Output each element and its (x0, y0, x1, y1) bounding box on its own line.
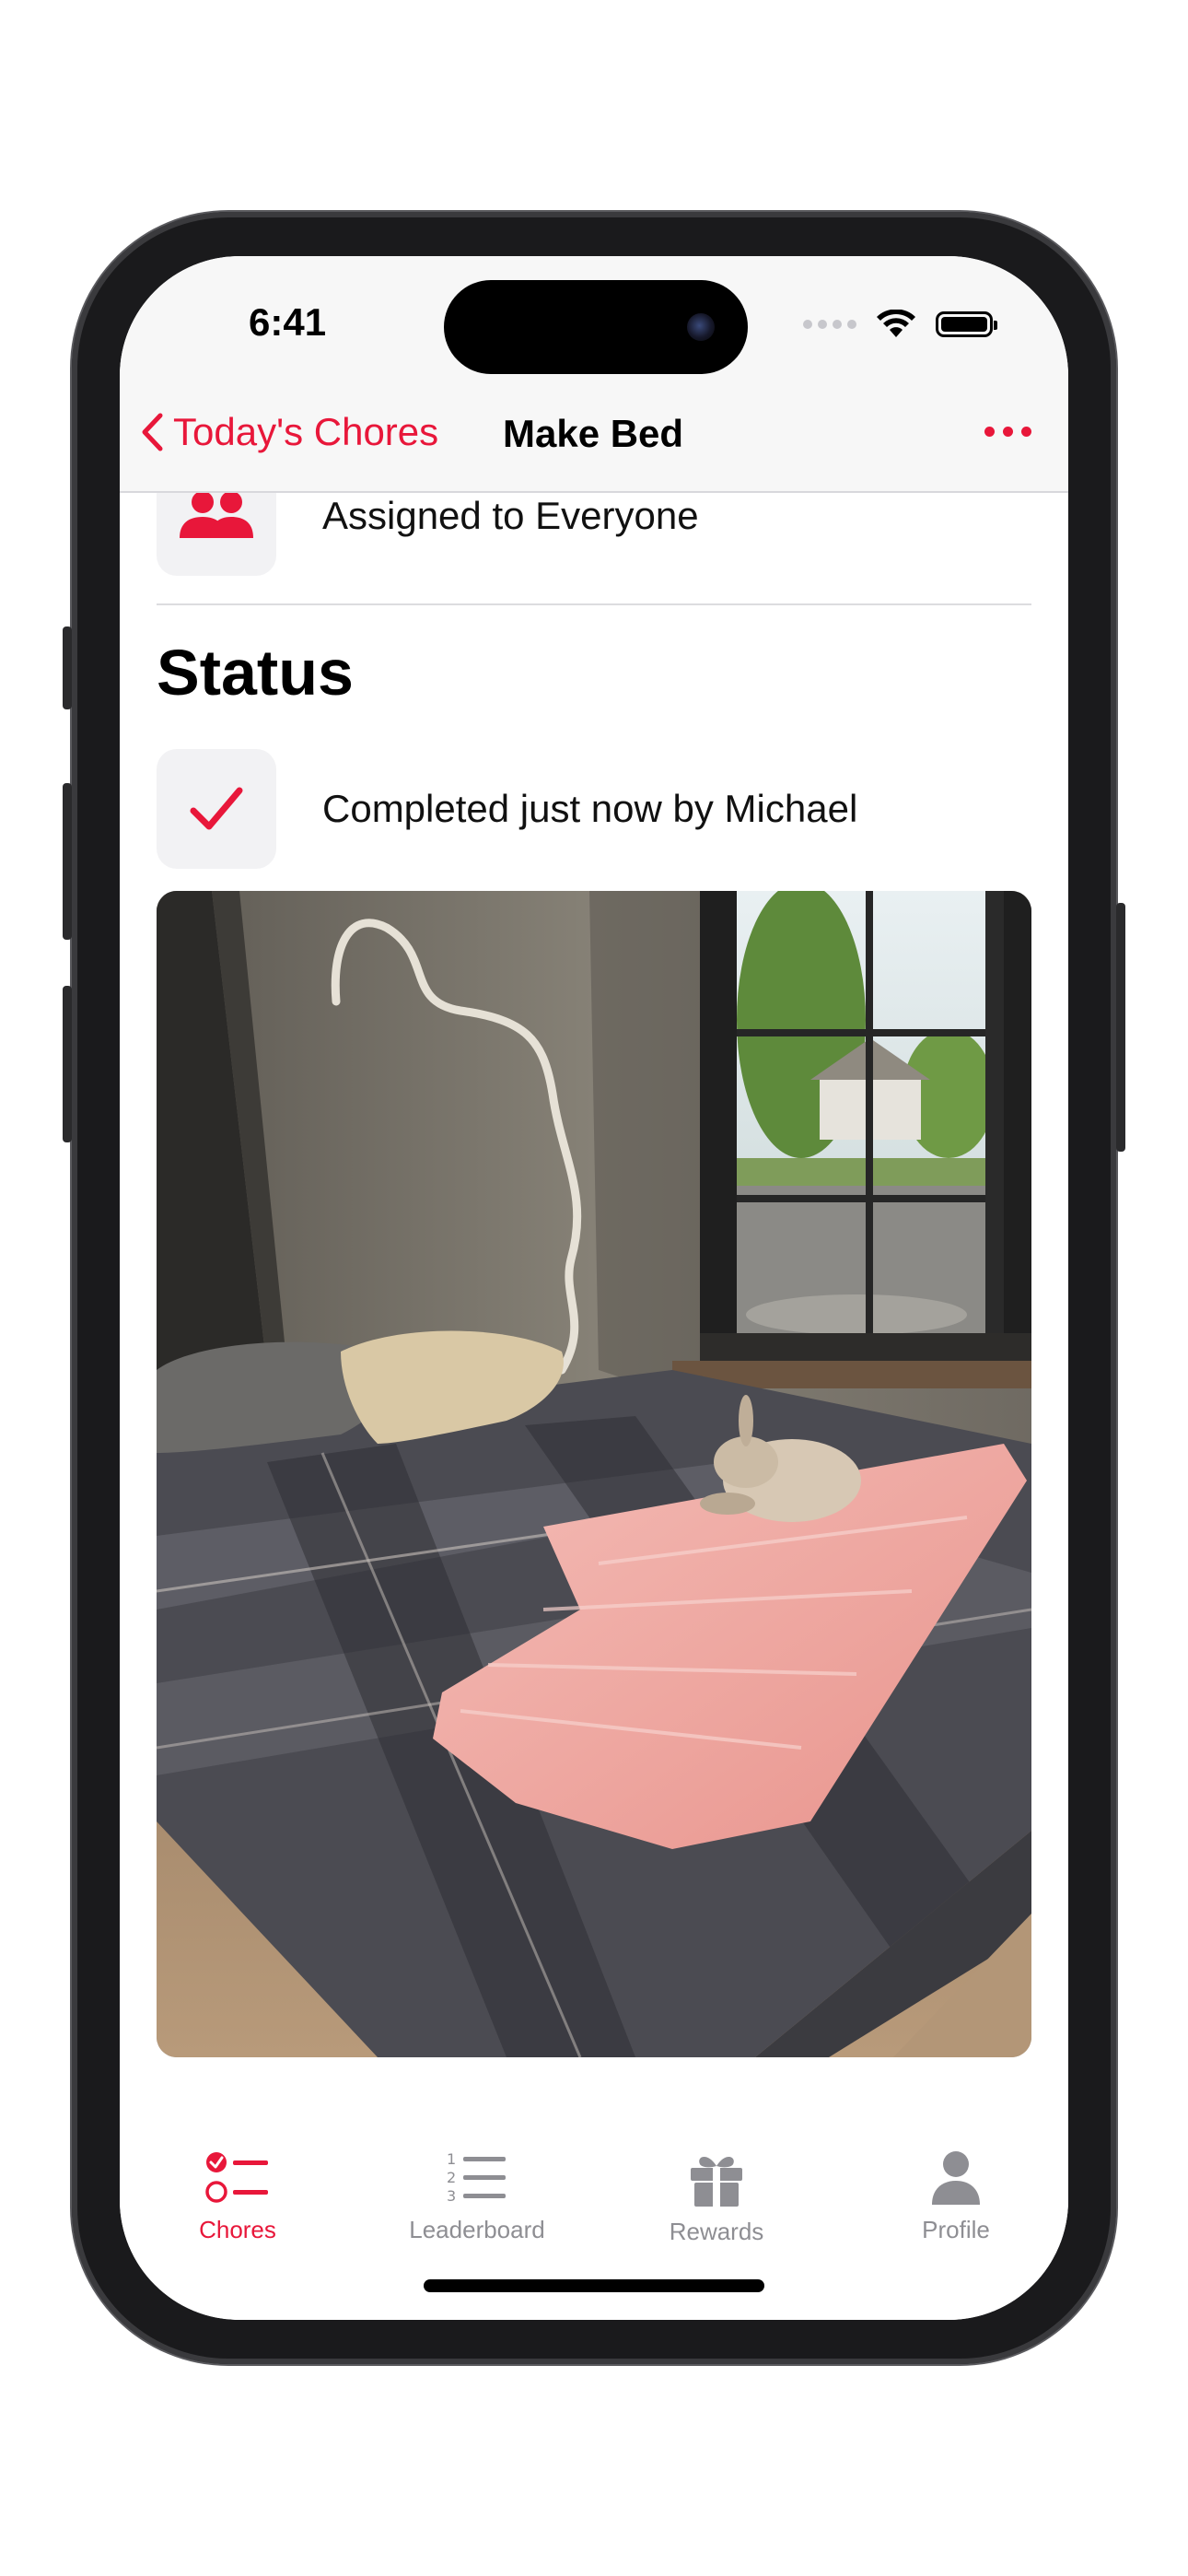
volume-up-button (63, 783, 72, 940)
screen: 6:41 Today's Chores Make Bed Assigned to… (120, 256, 1068, 2320)
assignment-text: Assigned to Everyone (322, 494, 699, 537)
svg-text:1: 1 (447, 2150, 456, 2168)
checklist-icon (205, 2152, 268, 2203)
page-title: Make Bed (503, 412, 684, 455)
tab-chores[interactable]: Chores (146, 2149, 330, 2244)
dynamic-island (444, 280, 748, 374)
battery-icon (936, 311, 997, 337)
tab-label: Profile (922, 2216, 990, 2243)
ellipsis-icon[interactable] (984, 427, 1031, 437)
chore-detail-content: Assigned to Everyone Status Completed ju… (120, 493, 1068, 2111)
tab-rewards[interactable]: Rewards (624, 2149, 809, 2246)
tab-leaderboard[interactable]: 1 2 3 Leaderboard (385, 2149, 569, 2244)
people-icon (180, 493, 253, 538)
volume-down-button (63, 986, 72, 1142)
tab-profile[interactable]: Profile (864, 2149, 1048, 2244)
status-tile (157, 749, 276, 869)
back-label: Today's Chores (173, 410, 439, 453)
checkmark-icon (190, 787, 243, 830)
numbered-list-icon: 1 2 3 (447, 2150, 506, 2205)
tab-label: Rewards (669, 2218, 764, 2245)
tab-label: Chores (199, 2216, 276, 2243)
gift-icon (691, 2156, 742, 2207)
chevron-left-icon (142, 413, 163, 451)
camera-icon (687, 313, 715, 341)
svg-text:2: 2 (447, 2169, 456, 2186)
status-text: Completed just now by Michael (322, 787, 858, 830)
status-row: Completed just now by Michael (157, 749, 857, 869)
svg-text:3: 3 (447, 2187, 456, 2205)
action-button (63, 626, 72, 709)
status-icons (803, 310, 997, 339)
status-time: 6:41 (249, 300, 327, 344)
bedroom-photo[interactable] (157, 891, 1031, 2057)
assignment-row: Assigned to Everyone (157, 493, 699, 576)
home-indicator[interactable] (424, 2279, 764, 2292)
assignment-tile (157, 493, 276, 576)
phone-frame: 6:41 Today's Chores Make Bed Assigned to… (63, 212, 1125, 2364)
power-button (1116, 903, 1125, 1152)
cellular-icon (803, 320, 856, 329)
divider (157, 603, 1031, 605)
navigation-bar: Today's Chores Make Bed (120, 381, 1068, 493)
tab-label: Leaderboard (409, 2216, 545, 2243)
back-button[interactable]: Today's Chores (140, 410, 438, 454)
wifi-icon (877, 310, 915, 337)
status-heading: Status (157, 637, 354, 708)
person-icon (932, 2151, 980, 2205)
